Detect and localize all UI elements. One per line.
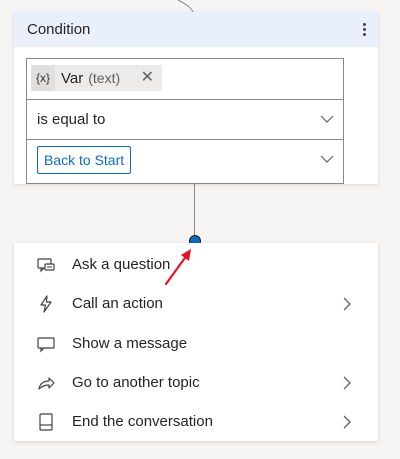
value-dropdown[interactable]: Back to Start [27,139,343,179]
add-node-menu: Ask a question Call an action Show a mes… [14,243,378,441]
message-icon [37,337,55,353]
variable-chip[interactable]: {x} Var (text) ✕ [31,65,162,91]
value-chip[interactable]: Back to Start [37,146,132,174]
ask-question-icon [37,258,55,273]
redirect-arrow-icon [38,377,55,390]
condition-node[interactable]: Condition {x} Var (text) ✕ is equal to B… [14,12,378,184]
menu-item-ask-question[interactable]: Ask a question [14,245,378,285]
menu-item-label: Ask a question [72,256,171,273]
condition-header: Condition [14,12,378,47]
chevron-right-icon [343,376,351,390]
variable-type: (text) [88,70,121,86]
value-text: Back to Start [44,152,125,168]
menu-item-call-action[interactable]: Call an action [14,284,378,324]
menu-item-label: End the conversation [72,413,213,430]
operator-dropdown[interactable]: is equal to [27,99,343,139]
remove-variable-icon[interactable]: ✕ [141,70,154,86]
menu-item-end-conversation[interactable]: End the conversation [14,402,378,442]
variable-name: Var [61,69,84,87]
variable-icon: {x} [31,65,55,91]
menu-item-show-message[interactable]: Show a message [14,324,378,364]
chevron-right-icon [343,297,351,311]
lightning-icon [40,295,52,313]
menu-item-label: Call an action [72,295,163,312]
chevron-right-icon [343,415,351,429]
end-conversation-icon [39,413,53,431]
more-options-icon[interactable] [360,19,368,39]
variable-row[interactable]: {x} Var (text) ✕ [27,59,343,99]
chevron-down-icon[interactable] [319,113,335,125]
menu-item-label: Go to another topic [72,374,200,391]
condition-fields: {x} Var (text) ✕ is equal to Back to Sta… [26,58,344,184]
chevron-down-icon[interactable] [319,153,335,165]
menu-item-go-to-topic[interactable]: Go to another topic [14,363,378,403]
connector-line [194,184,195,240]
menu-item-label: Show a message [72,335,188,352]
operator-value: is equal to [37,111,106,128]
condition-title: Condition [27,21,91,38]
